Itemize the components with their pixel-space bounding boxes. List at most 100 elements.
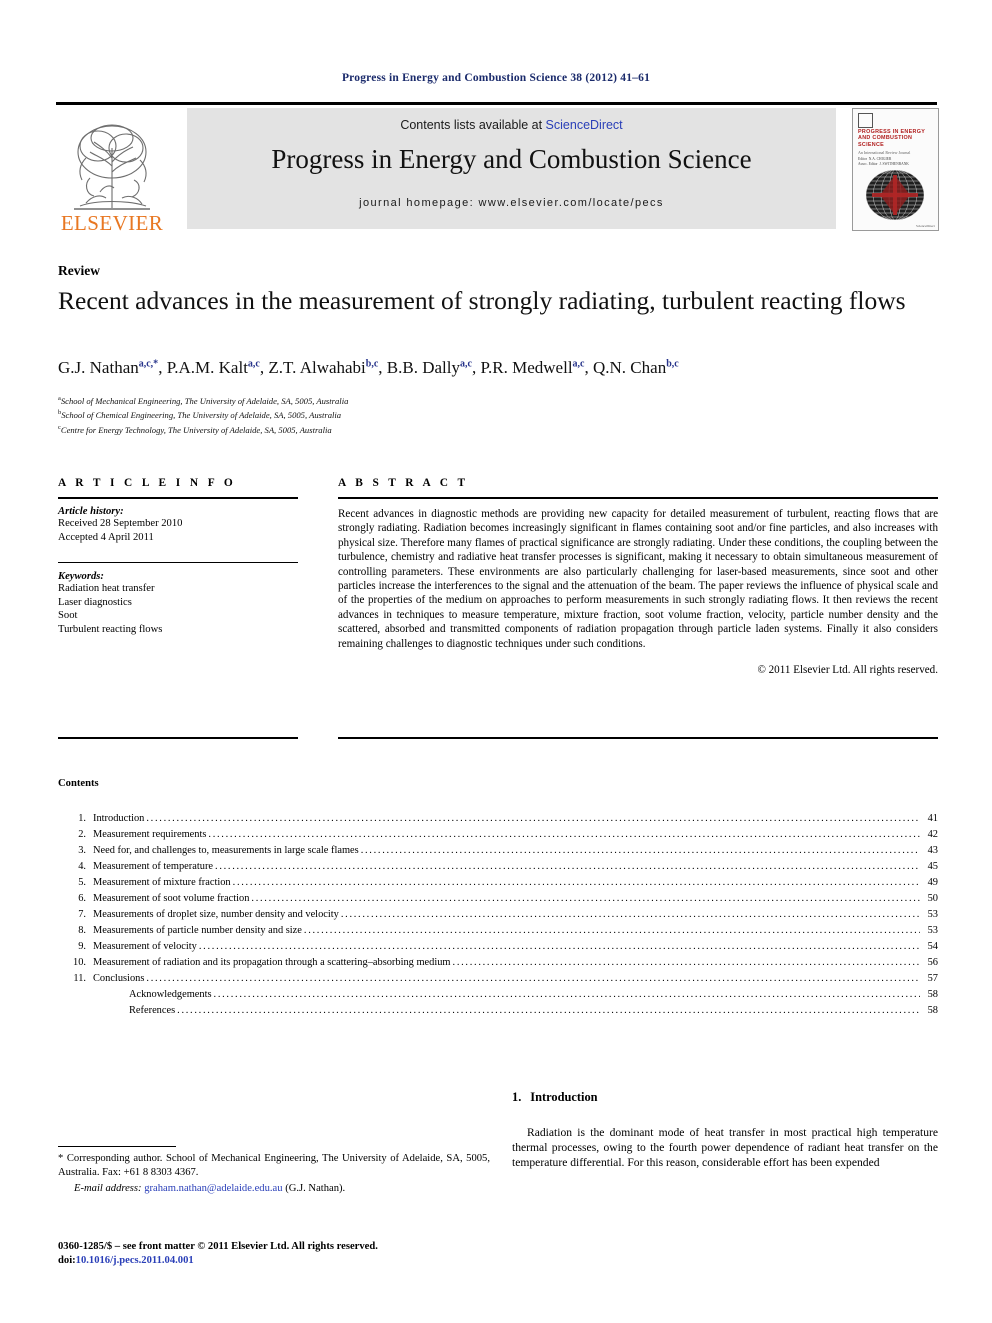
- toc-entry[interactable]: 3. Need for, and challenges to, measureme…: [58, 843, 938, 859]
- doi-label: doi:: [58, 1255, 76, 1266]
- toc-entry-page: 41: [927, 813, 938, 824]
- toc-entry-label: Measurement of soot volume fraction: [93, 893, 250, 904]
- article-history-title: Article history:: [58, 506, 124, 517]
- abstract-body: Recent advances in diagnostic methods ar…: [338, 508, 938, 650]
- abstract-copyright: © 2011 Elsevier Ltd. All rights reserved…: [757, 664, 938, 677]
- article-history-received: Received 28 September 2010: [58, 518, 183, 529]
- toc-entry-page: 54: [927, 941, 938, 952]
- author-0: G.J. Nathana,c,*: [58, 358, 159, 377]
- toc-entry[interactable]: 7. Measurements of droplet size, number d…: [58, 907, 938, 923]
- abstract-rule: [338, 497, 938, 499]
- toc-entry-number: 11.: [73, 973, 86, 984]
- introduction-number: 1.: [512, 1090, 522, 1104]
- toc-leader-dots: ........................................…: [251, 893, 920, 904]
- toc-entry-page: 57: [927, 973, 938, 984]
- toc-entry-label: References: [129, 1005, 176, 1016]
- journal-cover-thumbnail: PROGRESS IN ENERGY AND COMBUSTION SCIENC…: [852, 108, 939, 231]
- email-label: E-mail address:: [74, 1183, 142, 1194]
- keyword-0: Radiation heat transfer: [58, 583, 155, 595]
- article-info-rule: [58, 497, 298, 499]
- toc-entry[interactable]: 5. Measurement of mixture fraction.......…: [58, 875, 938, 891]
- cover-subtitle: An International Review Journal: [858, 150, 911, 155]
- doi-value[interactable]: 10.1016/j.pecs.2011.04.001: [76, 1255, 194, 1266]
- toc-leader-dots: ........................................…: [177, 1005, 920, 1016]
- toc-entry[interactable]: 11. Conclusions..........................…: [58, 971, 938, 987]
- keyword-3: Turbulent reacting flows: [58, 623, 163, 635]
- toc-entry[interactable]: 6. Measurement of soot volume fraction...…: [58, 891, 938, 907]
- article-info-column: A R T I C L E I N F O Article history: R…: [58, 477, 298, 637]
- corresponding-author-text: * Corresponding author. School of Mechan…: [58, 1153, 490, 1178]
- affiliation-b: bSchool of Chemical Engineering, The Uni…: [58, 409, 342, 421]
- journal-masthead: ELSEVIER Contents lists available at Sci…: [56, 102, 939, 236]
- author-2: Z.T. Alwahabib,c: [268, 358, 379, 377]
- article-kind: Review: [58, 263, 100, 278]
- toc-entry-page: 53: [927, 909, 938, 920]
- author-4: P.R. Medwella,c: [480, 358, 585, 377]
- toc-entry-number: 10.: [73, 957, 86, 968]
- svg-text:ELSEVIER: ELSEVIER: [61, 211, 163, 235]
- toc-entry[interactable]: 8. Measurements of particle number densit…: [58, 923, 938, 939]
- cover-title: PROGRESS IN ENERGY AND COMBUSTION SCIENC…: [858, 129, 926, 148]
- contents-heading: Contents: [58, 778, 99, 789]
- journal-banner: Contents lists available at ScienceDirec…: [187, 108, 836, 229]
- contents-available-prefix: Contents lists available at: [400, 118, 546, 132]
- doi-line: doi:10.1016/j.pecs.2011.04.001: [58, 1254, 490, 1268]
- article-history-accepted: Accepted 4 April 2011: [58, 531, 154, 543]
- email-link[interactable]: graham.nathan@adelaide.edu.au: [144, 1183, 282, 1194]
- toc-entry-label: Need for, and challenges to, measurement…: [93, 845, 359, 856]
- toc-entry[interactable]: 10. Measurement of radiation and its prop…: [58, 955, 938, 971]
- toc-entry-page: 58: [927, 989, 938, 1000]
- elsevier-logo: ELSEVIER: [56, 108, 168, 236]
- toc-entry-number: 8.: [78, 925, 86, 936]
- keyword-1: Laser diagnostics: [58, 596, 132, 608]
- introduction-heading: 1. Introduction: [512, 1090, 598, 1105]
- toc-entry[interactable]: 2. Measurement requirements..............…: [58, 827, 938, 843]
- keyword-2: Soot: [58, 610, 78, 622]
- cover-footer: ScienceDirect: [915, 224, 935, 228]
- toc-entry[interactable]: 1. Introduction..........................…: [58, 811, 938, 827]
- issn-line: 0360-1285/$ – see front matter © 2011 El…: [58, 1241, 378, 1252]
- journal-homepage-link[interactable]: journal homepage: www.elsevier.com/locat…: [187, 197, 836, 209]
- toc-entry-label: Measurement of radiation and its propaga…: [93, 957, 451, 968]
- toc-entry-page: 43: [927, 845, 938, 856]
- keywords-title: Keywords:: [58, 571, 104, 583]
- toc-entry-label: Measurement of temperature: [93, 861, 214, 872]
- cover-editors: Editor N.A. CHIGIER Assoc. Editor J. SWIT…: [858, 157, 909, 166]
- toc-entry-label: Measurements of particle number density …: [93, 925, 302, 936]
- toc-entry-number: 1.: [78, 813, 86, 824]
- toc-entry[interactable]: References..............................…: [58, 1003, 938, 1019]
- affiliation-c: cCentre for Energy Technology, The Unive…: [58, 423, 332, 435]
- table-of-contents: 1. Introduction..........................…: [58, 811, 938, 1019]
- toc-entry[interactable]: 4. Measurement of temperature............…: [58, 859, 938, 875]
- toc-entry-page: 58: [927, 1005, 938, 1016]
- toc-entry-label: Introduction: [93, 813, 145, 824]
- running-head: Progress in Energy and Combustion Scienc…: [341, 72, 651, 84]
- affiliation-a: aSchool of Mechanical Engineering, The U…: [58, 395, 349, 406]
- corresponding-author-note: * Corresponding author. School of Mechan…: [58, 1152, 490, 1196]
- toc-entry-number: 6.: [78, 893, 86, 904]
- toc-entry-number: 9.: [78, 941, 86, 952]
- contents-available-line: Contents lists available at ScienceDirec…: [187, 118, 836, 132]
- abstract-heading: A B S T R A C T: [338, 477, 469, 489]
- toc-leader-dots: ........................................…: [213, 989, 920, 1000]
- toc-leader-dots: ........................................…: [146, 973, 920, 984]
- toc-leader-dots: ........................................…: [360, 845, 920, 856]
- masthead-top-rule: [56, 102, 937, 105]
- toc-leader-dots: ........................................…: [303, 925, 920, 936]
- keywords-rule: [58, 562, 298, 564]
- author-1: P.A.M. Kalta,c: [166, 358, 260, 377]
- journal-title: Progress in Energy and Combustion Scienc…: [271, 144, 752, 174]
- introduction-title: Introduction: [530, 1090, 598, 1104]
- toc-entry-page: 49: [927, 877, 938, 888]
- toc-entry[interactable]: 9. Measurement of velocity...............…: [58, 939, 938, 955]
- toc-entry-number: 5.: [78, 877, 86, 888]
- toc-entry[interactable]: Acknowledgements........................…: [58, 987, 938, 1003]
- sciencedirect-link[interactable]: ScienceDirect: [546, 118, 623, 132]
- author-list: G.J. Nathana,c,*, P.A.M. Kalta,c, Z.T. A…: [58, 358, 679, 377]
- toc-leader-dots: ........................................…: [215, 861, 920, 872]
- toc-entry-label: Measurement of mixture fraction: [93, 877, 231, 888]
- author-5: Q.N. Chanb,c: [593, 358, 679, 377]
- toc-entry-label: Measurements of droplet size, number den…: [93, 909, 339, 920]
- author-3: B.B. Dallya,c: [386, 358, 472, 377]
- cover-mini-icon: [858, 113, 873, 128]
